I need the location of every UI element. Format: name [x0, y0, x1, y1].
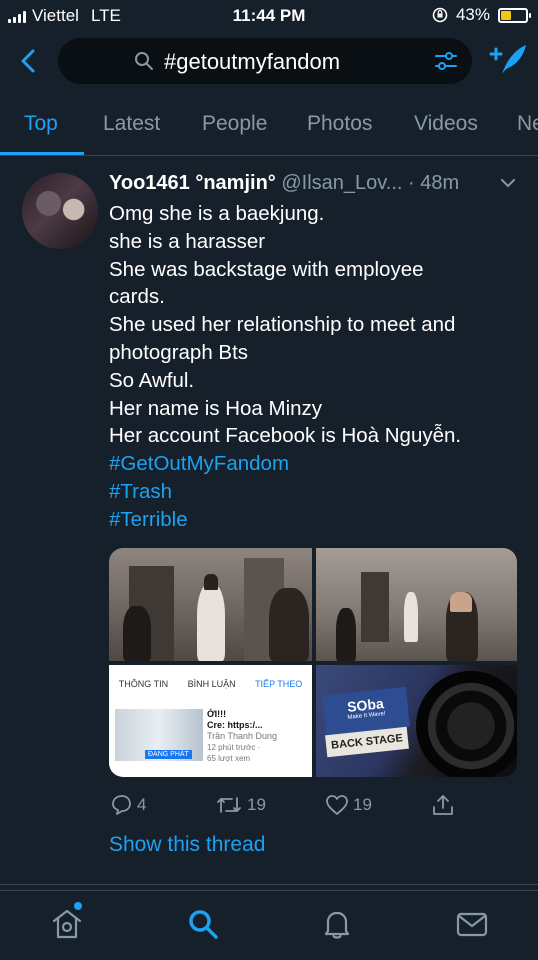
tweet-line: photograph Bts [109, 340, 249, 364]
tab-news[interactable]: Ne [517, 112, 538, 136]
share-button[interactable] [431, 794, 455, 816]
tab-latest[interactable]: Latest [103, 112, 160, 136]
screenshot-post-time: 12 phút trước · [207, 743, 261, 752]
tweet-line: Her name is Hoa Minzy [109, 396, 323, 420]
search-tabs: Top Latest People Photos Videos Ne [0, 100, 538, 156]
chevron-down-icon[interactable] [500, 177, 516, 189]
mail-icon[interactable] [455, 907, 489, 941]
reply-count: 4 [137, 795, 147, 814]
screenshot-tabs: THÔNG TIN BÌNH LUẬN TIẾP THEO [109, 679, 312, 689]
tweet-line: she is a harasser [109, 229, 266, 253]
tweet-line: She was backstage with employee [109, 257, 424, 281]
screenshot-post-views: 65 lượt xem [207, 754, 251, 763]
media-photo-3[interactable]: THÔNG TIN BÌNH LUẬN TIẾP THEO ĐANG PHÁT … [109, 665, 312, 777]
reply-icon [112, 795, 131, 815]
new-content-dot [74, 902, 82, 910]
screenshot-post-line: Cre: https:/... [207, 720, 263, 730]
screenshot-tab-label: TIẾP THEO [255, 679, 303, 689]
search-input[interactable]: #getoutmyfandom [58, 38, 472, 84]
status-bar: Viettel LTE 11:44 PM 43% [0, 0, 538, 30]
hashtag-link[interactable]: #GetOutMyFandom [109, 450, 519, 478]
screenshot-post-author: Trần Thanh Dung [207, 731, 278, 741]
chevron-left-icon[interactable] [14, 46, 44, 76]
tweet-line: Her account Facebook is Hoà Nguyễn. [109, 424, 462, 448]
tweet-line: Omg she is a baekjung. [109, 202, 325, 225]
show-thread-link[interactable]: Show this thread [109, 833, 265, 857]
orientation-lock-icon [432, 7, 448, 23]
tab-top[interactable]: Top [24, 112, 58, 136]
screenshot-thumbnail: ĐANG PHÁT [115, 709, 203, 761]
like-button[interactable]: 19 [325, 794, 372, 816]
screenshot-post-title: ỚI!!! [207, 709, 227, 719]
reply-button[interactable]: 4 [109, 794, 146, 816]
battery-icon [498, 7, 531, 23]
display-name[interactable]: Yoo1461 °namjin° [109, 172, 276, 194]
tweet-actions: 4 19 19 [109, 794, 529, 818]
media-photo-1[interactable] [109, 548, 312, 661]
home-icon[interactable] [50, 907, 84, 941]
search-header: #getoutmyfandom [0, 36, 538, 88]
tweet-line: cards. [109, 285, 165, 309]
media-photo-4[interactable]: SOba Make It Wave! BACK STAGE [316, 665, 517, 777]
bell-icon[interactable] [320, 907, 354, 941]
battery-percent: 43% [455, 5, 490, 24]
retweet-button[interactable]: 19 [215, 794, 266, 816]
active-tab-indicator [0, 152, 84, 155]
live-badge: ĐANG PHÁT [145, 750, 192, 759]
tweet-line: She used her relationship to meet and [109, 313, 456, 337]
heart-icon [326, 795, 348, 815]
tweet-header: Yoo1461 °namjin° @Ilsan_Lov... · 48m [109, 172, 459, 195]
like-count: 19 [353, 795, 372, 814]
screenshot-post-text: ỚI!!! Cre: https:/... Trần Thanh Dung 12… [207, 709, 277, 764]
retweet-count: 19 [247, 795, 266, 814]
tweet[interactable]: Yoo1461 °namjin° @Ilsan_Lov... · 48m Omg… [0, 157, 538, 885]
camera-lens [416, 671, 517, 777]
tweet-line: So Awful. [109, 368, 195, 392]
tab-photos[interactable]: Photos [307, 112, 372, 136]
bottom-nav [0, 890, 538, 960]
compose-tweet-icon[interactable] [488, 42, 528, 78]
hashtag-link[interactable]: #Terrible [109, 506, 519, 534]
tweet-time: · 48m [408, 172, 460, 194]
retweet-icon [217, 797, 241, 813]
search-icon[interactable] [186, 907, 220, 941]
user-handle[interactable]: @Ilsan_Lov... [281, 172, 402, 194]
battery-info: 43% [432, 5, 531, 25]
screenshot-tab-label: BÌNH LUẬN [187, 679, 236, 689]
sliders-icon[interactable] [434, 50, 458, 72]
media-photo-2[interactable] [316, 548, 517, 661]
tweet-text: Omg she is a baekjung. she is a harasser… [109, 200, 519, 534]
media-grid: THÔNG TIN BÌNH LUẬN TIẾP THEO ĐANG PHÁT … [109, 548, 517, 777]
search-query: #getoutmyfandom [164, 49, 341, 74]
tab-videos[interactable]: Videos [414, 112, 478, 136]
tab-people[interactable]: People [202, 112, 267, 136]
search-icon [135, 52, 153, 70]
share-icon [433, 795, 453, 815]
screenshot-tab-label: THÔNG TIN [118, 679, 169, 689]
avatar[interactable] [22, 173, 98, 249]
hashtag-link[interactable]: #Trash [109, 478, 519, 506]
